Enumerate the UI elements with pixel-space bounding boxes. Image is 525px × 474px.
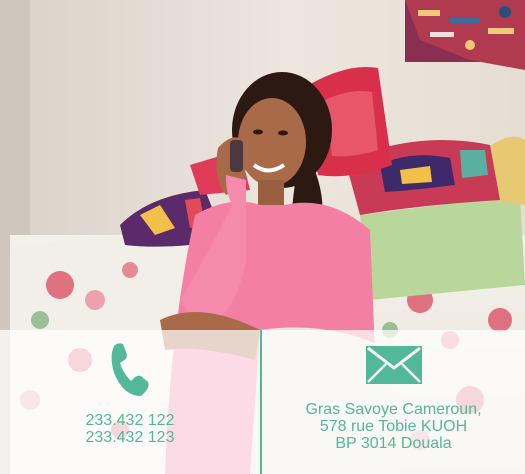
address-line-3: BP 3014 Douala: [335, 435, 452, 452]
phone-icon: [111, 343, 149, 396]
phone-panel: 233.432 122 233.432 123: [0, 330, 260, 474]
contact-banner: 233.432 122 233.432 123 Gras Savoye Came…: [0, 0, 525, 474]
phone-number-2[interactable]: 233.432 123: [86, 429, 175, 446]
address-line-1: Gras Savoye Cameroun,: [305, 401, 482, 418]
phone-numbers: 233.432 122 233.432 123: [86, 412, 175, 446]
hanging-textile: [405, 0, 525, 70]
envelope-icon: [365, 346, 422, 384]
address-panel: Gras Savoye Cameroun, 578 rue Tobie KUOH…: [262, 330, 525, 474]
address-text: Gras Savoye Cameroun, 578 rue Tobie KUOH…: [305, 401, 481, 452]
address-line-2: 578 rue Tobie KUOH: [319, 418, 468, 435]
phone-number-1[interactable]: 233.432 122: [86, 412, 175, 429]
